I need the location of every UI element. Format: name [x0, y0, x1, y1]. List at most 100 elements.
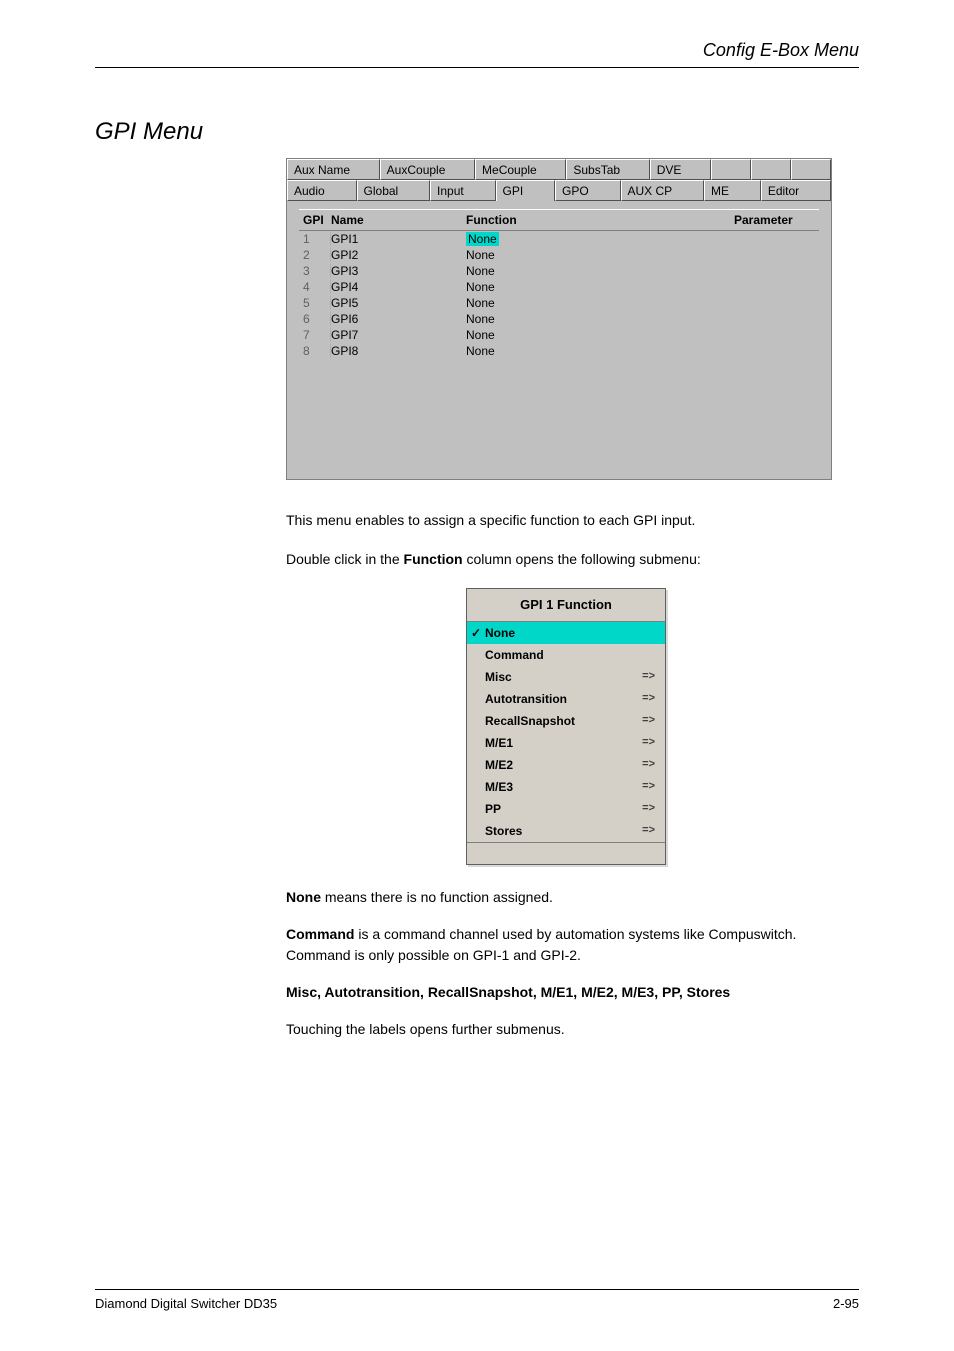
- submenu-item-recallsnapshot[interactable]: RecallSnapshot=>: [467, 710, 665, 732]
- submenu-item-stores[interactable]: Stores =>: [467, 820, 665, 842]
- description-block: This menu enables to assign a specific f…: [286, 510, 859, 865]
- lower-text-block: None means there is no function assigned…: [286, 887, 859, 1040]
- submenu-item-label: Stores: [485, 822, 522, 840]
- cell-function[interactable]: None: [466, 232, 734, 246]
- section-title: GPI Menu: [95, 118, 954, 146]
- tab-editor[interactable]: Editor: [761, 180, 831, 201]
- table-row[interactable]: 3GPI3None: [299, 263, 819, 279]
- header-rule: [95, 67, 859, 68]
- cell-function[interactable]: None: [466, 328, 734, 342]
- arrow-icon: =>: [642, 756, 655, 773]
- cell-parameter: [734, 328, 814, 342]
- cell-function[interactable]: None: [466, 280, 734, 294]
- submenu-footer: [467, 842, 665, 864]
- tab-global[interactable]: Global: [357, 180, 431, 201]
- tab-empty: .: [751, 159, 791, 180]
- submenu-item-label: M/E3: [485, 778, 513, 796]
- header-right: Config E-Box Menu: [95, 40, 859, 61]
- cell-function[interactable]: None: [466, 344, 734, 358]
- cell-gpi: 4: [299, 280, 331, 294]
- submenu-item-misc[interactable]: Misc =>: [467, 666, 665, 688]
- cell-parameter: [734, 296, 814, 310]
- cell-function[interactable]: None: [466, 264, 734, 278]
- footer-left: Diamond Digital Switcher DD35: [95, 1296, 277, 1311]
- cell-name: GPI5: [331, 296, 466, 310]
- footer-rule: [95, 1289, 859, 1290]
- submenu-item-label: None: [485, 624, 515, 642]
- cell-gpi: 6: [299, 312, 331, 326]
- para-list: Misc, Autotransition, RecallSnapshot, M/…: [286, 982, 859, 1003]
- cell-gpi: 3: [299, 264, 331, 278]
- submenu-item-m-e3[interactable]: M/E3 =>: [467, 776, 665, 798]
- table-row[interactable]: 5GPI5None: [299, 295, 819, 311]
- cell-name: GPI7: [331, 328, 466, 342]
- table-row[interactable]: 2GPI2None: [299, 247, 819, 263]
- submenu-item-autotransition[interactable]: Autotransition=>: [467, 688, 665, 710]
- submenu-item-label: PP: [485, 800, 501, 818]
- arrow-icon: =>: [642, 778, 655, 795]
- tab-input[interactable]: Input: [430, 180, 496, 201]
- arrow-icon: =>: [642, 668, 655, 685]
- col-header-parameter: Parameter: [734, 213, 814, 227]
- tab-substab[interactable]: SubsTab: [566, 159, 649, 180]
- tab-me[interactable]: ME: [704, 180, 761, 201]
- submenu-item-m-e2[interactable]: M/E2 =>: [467, 754, 665, 776]
- arrow-icon: =>: [642, 734, 655, 751]
- cell-name: GPI3: [331, 264, 466, 278]
- table-row[interactable]: 8GPI8None: [299, 343, 819, 359]
- submenu-item-label: M/E1: [485, 734, 513, 752]
- submenu-title: GPI 1 Function: [467, 589, 665, 622]
- table-header: GPI Name Function Parameter: [299, 209, 819, 231]
- cell-function[interactable]: None: [466, 296, 734, 310]
- cell-gpi: 1: [299, 232, 331, 246]
- cell-parameter: [734, 232, 814, 246]
- page-footer: Diamond Digital Switcher DD35 2-95: [95, 1289, 859, 1311]
- cell-parameter: [734, 312, 814, 326]
- footer-right: 2-95: [833, 1296, 859, 1311]
- cell-gpi: 7: [299, 328, 331, 342]
- submenu-item-label: Command: [485, 646, 544, 664]
- cell-gpi: 5: [299, 296, 331, 310]
- cell-parameter: [734, 248, 814, 262]
- para-doubleclick: Double click in the Function column open…: [286, 549, 859, 570]
- tab-auxcouple[interactable]: AuxCouple: [380, 159, 475, 180]
- tab-empty: .: [791, 159, 831, 180]
- gpi-table: GPI Name Function Parameter 1GPI1None2GP…: [287, 201, 831, 479]
- cell-function[interactable]: None: [466, 312, 734, 326]
- tab-gpo[interactable]: GPO: [555, 180, 620, 201]
- tabs-row-1: Aux NameAuxCoupleMeCoupleSubsTabDVE...: [287, 159, 831, 180]
- gpi-function-submenu[interactable]: GPI 1 Function ✓NoneCommandMisc=>Autotra…: [466, 588, 666, 865]
- para-intro: This menu enables to assign a specific f…: [286, 510, 859, 531]
- arrow-icon: =>: [642, 712, 655, 729]
- arrow-icon: =>: [642, 690, 655, 707]
- submenu-item-command[interactable]: Command: [467, 644, 665, 666]
- tab-audio[interactable]: Audio: [287, 180, 357, 201]
- col-header-function: Function: [466, 213, 734, 227]
- submenu-item-m-e1[interactable]: M/E1 =>: [467, 732, 665, 754]
- arrow-icon: =>: [642, 822, 655, 839]
- tabs-row-2: AudioGlobalInputGPIGPOAUX CPMEEditor: [287, 180, 831, 201]
- table-row[interactable]: 6GPI6None: [299, 311, 819, 327]
- tab-dve[interactable]: DVE: [650, 159, 711, 180]
- table-row[interactable]: 7GPI7None: [299, 327, 819, 343]
- tab-gpi[interactable]: GPI: [496, 180, 555, 201]
- tab-mecouple[interactable]: MeCouple: [475, 159, 566, 180]
- cell-parameter: [734, 264, 814, 278]
- check-icon: ✓: [471, 624, 481, 642]
- submenu-item-none[interactable]: ✓None: [467, 622, 665, 644]
- tab-aux-cp[interactable]: AUX CP: [621, 180, 705, 201]
- cell-name: GPI4: [331, 280, 466, 294]
- submenu-item-label: M/E2: [485, 756, 513, 774]
- para-command: Command is a command channel used by aut…: [286, 924, 859, 966]
- cell-gpi: 2: [299, 248, 331, 262]
- submenu-item-label: Misc: [485, 668, 512, 686]
- cell-name: GPI2: [331, 248, 466, 262]
- cell-function[interactable]: None: [466, 248, 734, 262]
- cell-name: GPI1: [331, 232, 466, 246]
- table-row[interactable]: 4GPI4None: [299, 279, 819, 295]
- tab-empty: .: [711, 159, 751, 180]
- cell-parameter: [734, 344, 814, 358]
- submenu-item-pp[interactable]: PP=>: [467, 798, 665, 820]
- tab-aux-name[interactable]: Aux Name: [287, 159, 380, 180]
- table-row[interactable]: 1GPI1None: [299, 231, 819, 247]
